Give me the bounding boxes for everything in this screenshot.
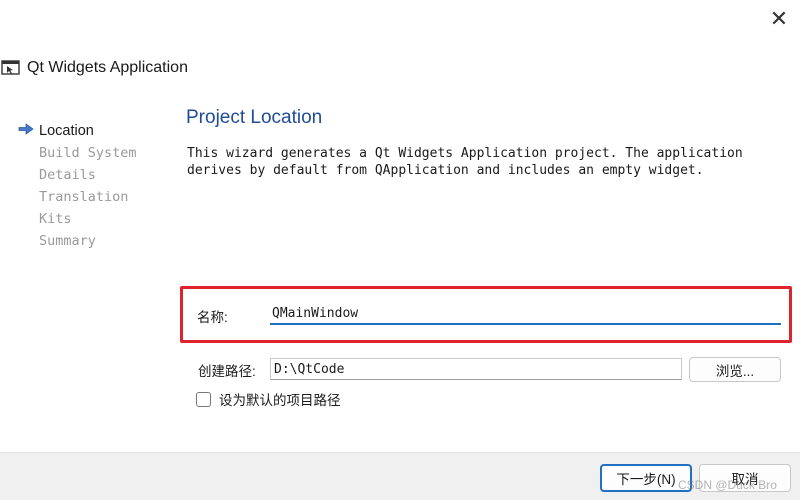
path-input[interactable] <box>270 358 682 380</box>
browse-button[interactable]: 浏览... <box>689 357 781 382</box>
wizard-header: Qt Widgets Application <box>0 55 188 81</box>
step-label: Kits <box>39 211 72 227</box>
page-title: Project Location <box>186 107 323 128</box>
step-label: Summary <box>39 233 96 249</box>
arrow-right-icon <box>18 120 39 142</box>
step-label: Translation <box>39 189 129 205</box>
wizard-window: ✕ Qt Widgets Application Location Build … <box>0 0 800 500</box>
step-details: Details <box>18 164 168 186</box>
default-path-row[interactable]: 设为默认的项目路径 <box>196 389 341 409</box>
default-path-checkbox[interactable] <box>196 391 211 407</box>
wizard-title: Qt Widgets Application <box>27 59 188 76</box>
default-path-label: 设为默认的项目路径 <box>219 393 341 408</box>
name-input[interactable] <box>270 304 781 325</box>
step-translation: Translation <box>18 186 168 208</box>
page-description: This wizard generates a Qt Widgets Appli… <box>187 146 743 178</box>
step-location: Location <box>18 120 168 142</box>
watermark: CSDN @Duck Bro <box>678 478 777 492</box>
name-label: 名称: <box>197 310 228 325</box>
step-summary: Summary <box>18 230 168 252</box>
step-build-system: Build System <box>18 142 168 164</box>
window-app-icon <box>1 60 20 75</box>
path-label: 创建路径: <box>198 364 256 379</box>
wizard-footer: 下一步(N) 取消 <box>0 452 800 500</box>
wizard-steps: Location Build System Details Translatio… <box>18 120 168 252</box>
close-icon: ✕ <box>769 6 789 32</box>
step-label: Build System <box>39 145 137 161</box>
step-label: Details <box>39 167 96 183</box>
step-label: Location <box>39 123 94 139</box>
step-kits: Kits <box>18 208 168 230</box>
close-button[interactable]: ✕ <box>762 4 796 34</box>
